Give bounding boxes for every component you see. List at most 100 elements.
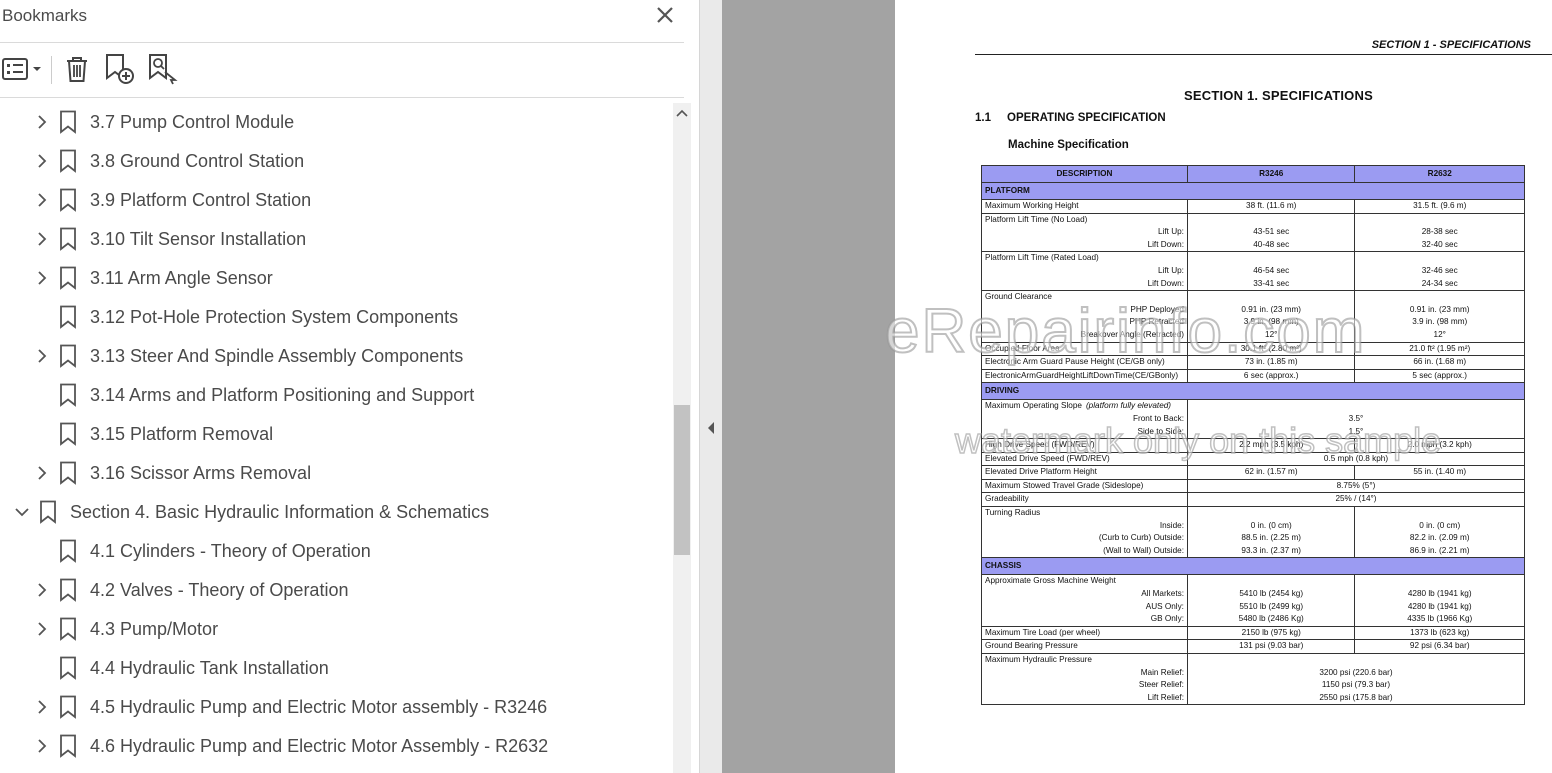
table-row: Turning Radius Inside: (Curb to Curb) Outs…: [981, 506, 1525, 559]
bookmark-item[interactable]: 4.5 Hydraulic Pump and Electric Motor as…: [0, 688, 672, 727]
collapse-panel-icon[interactable]: [705, 420, 717, 436]
splitter[interactable]: [700, 0, 722, 773]
subsection-number: 1.1: [975, 112, 991, 124]
sub-label: GB Only:: [1150, 614, 1184, 624]
value-shared: 8.75% (5°): [1186, 478, 1526, 494]
trash-icon[interactable]: [60, 52, 94, 86]
chevron-right-icon[interactable]: [34, 192, 50, 208]
close-icon[interactable]: [652, 2, 678, 28]
chevron-down-icon[interactable]: [14, 504, 30, 520]
value-r3246: 6 sec (approx.): [1186, 368, 1356, 384]
row-description: Platform Lift Time (Rated Load) Lift Up: L…: [981, 251, 1188, 292]
bookmark-label: 3.8 Ground Control Station: [90, 151, 305, 171]
table-row: Elevated Drive Platform Height 62 in. (1.…: [981, 465, 1525, 480]
sub-label: Lift Up:: [1158, 227, 1184, 237]
bookmark-icon: [59, 149, 77, 173]
scroll-up-icon[interactable]: [673, 103, 691, 123]
row-title: Platform Lift Time (No Load): [985, 214, 1088, 224]
bookmark-item[interactable]: 3.9 Platform Control Station: [0, 181, 672, 220]
value-r2632: 28-38 sec 32-40 sec: [1354, 212, 1525, 253]
value-r3246: 43-51 sec 40-48 sec: [1186, 212, 1356, 253]
row-description: Approximate Gross Machine Weight All Mark…: [981, 574, 1188, 627]
value-r2632: 66 in. (1.68 m): [1354, 355, 1525, 370]
row-title-note: (platform fully elevated): [1085, 401, 1172, 411]
bookmark-icon: [59, 266, 77, 290]
bookmark-label: 4.4 Hydraulic Tank Installation: [90, 658, 329, 678]
table-row: Approximate Gross Machine Weight All Mark…: [981, 574, 1525, 627]
bookmark-item[interactable]: 3.13 Steer And Spindle Assembly Componen…: [0, 337, 672, 376]
value-r3246: 2150 lb (975 kg): [1186, 625, 1356, 641]
value-line: 40-48 sec: [1253, 239, 1290, 249]
bookmark-item[interactable]: 3.14 Arms and Platform Positioning and S…: [0, 376, 672, 415]
bookmark-label: 3.11 Arm Angle Sensor: [90, 268, 273, 288]
section-label: CHASSIS: [981, 557, 1525, 576]
table-row: Maximum Operating Slope (platform fully e…: [981, 399, 1526, 440]
bookmark-icon: [39, 500, 57, 524]
chevron-right-icon[interactable]: [34, 231, 50, 247]
value-shared: 0.5 mph (0.8 kph): [1186, 451, 1526, 467]
bookmark-icon: [59, 695, 77, 719]
bookmark-item[interactable]: 3.10 Tilt Sensor Installation: [0, 220, 672, 259]
bookmark-search-icon[interactable]: [145, 52, 179, 86]
chevron-right-icon[interactable]: [34, 270, 50, 286]
row-description: Ground Clearance PHP Deployed PHP Retracte…: [981, 290, 1188, 343]
chevron-right-icon[interactable]: [34, 348, 50, 364]
value-r2632: 2.0 mph (3.2 kph): [1354, 438, 1525, 453]
table-row: Maximum Tire Load (per wheel) 2150 lb (97…: [981, 625, 1525, 641]
bookmark-item[interactable]: 4.1 Cylinders - Theory of Operation: [0, 532, 672, 571]
scroll-thumb[interactable]: [674, 405, 690, 555]
bookmark-icon: [59, 344, 77, 368]
value-r3246: 73 in. (1.85 m): [1186, 355, 1356, 370]
value-line: 4280 lb (1941 kg): [1407, 589, 1472, 599]
table-section-row: CHASSIS: [981, 557, 1525, 576]
chevron-right-icon[interactable]: [34, 114, 50, 130]
chevron-right-icon[interactable]: [34, 465, 50, 481]
row-description: Turning Radius Inside: (Curb to Curb) Outs…: [981, 506, 1188, 559]
row-title: Approximate Gross Machine Weight: [985, 576, 1116, 586]
row-description: High Drive Speed (FWD/REV): [981, 438, 1188, 453]
bookmark-item[interactable]: 4.2 Valves - Theory of Operation: [0, 571, 672, 610]
value-line: 88.5 in. (2.25 m): [1241, 533, 1302, 543]
chevron-right-icon[interactable]: [34, 582, 50, 598]
header-cell: R3246: [1186, 165, 1356, 183]
bookmark-item[interactable]: Section 4. Basic Hydraulic Information &…: [0, 493, 672, 532]
chevron-right-icon[interactable]: [34, 699, 50, 715]
bookmark-item[interactable]: 3.8 Ground Control Station: [0, 142, 672, 181]
bookmark-icon: [59, 227, 77, 251]
value-line: 28-38 sec: [1421, 227, 1458, 237]
chevron-right-icon[interactable]: [34, 153, 50, 169]
bookmark-label: 4.5 Hydraulic Pump and Electric Motor as…: [90, 697, 548, 717]
sub-label: Lift Up:: [1158, 265, 1184, 275]
value-line: 1.5°: [1348, 426, 1364, 436]
bookmark-item[interactable]: 4.3 Pump/Motor: [0, 610, 672, 649]
value-line: 4335 lb (1966 Kg): [1407, 614, 1473, 624]
row-description: Maximum Stowed Travel Grade (Sideslope): [981, 478, 1188, 494]
bookmark-label: 3.9 Platform Control Station: [90, 190, 312, 210]
bookmark-item[interactable]: 4.6 Hydraulic Pump and Electric Motor As…: [0, 727, 672, 766]
value-shared: 25% / (14°): [1186, 492, 1526, 508]
sub-label: (Curb to Curb) Outside:: [1098, 533, 1184, 543]
value-r3246: 2.2 mph (3.5 kph): [1186, 438, 1356, 453]
table-row: ElectronicArmGuardHeightLiftDownTime(CE/…: [981, 368, 1525, 384]
bookmark-label: 3.16 Scissor Arms Removal: [90, 463, 312, 483]
sub-label: (Wall to Wall) Outside:: [1103, 545, 1184, 555]
row-title: Turning Radius: [985, 508, 1041, 518]
bookmark-item[interactable]: 3.12 Pot-Hole Protection System Componen…: [0, 298, 672, 337]
bookmark-item[interactable]: 4.4 Hydraulic Tank Installation: [0, 649, 672, 688]
chevron-right-icon[interactable]: [34, 621, 50, 637]
bookmark-item[interactable]: 3.11 Arm Angle Sensor: [0, 259, 672, 298]
bookmark-item[interactable]: 3.16 Scissor Arms Removal: [0, 454, 672, 493]
sub-label: AUS Only:: [1145, 601, 1184, 611]
row-description: Maximum Operating Slope (platform fully e…: [981, 399, 1188, 440]
sub-label: Inside:: [1159, 520, 1184, 530]
sub-label: Steer Relief:: [1138, 680, 1184, 690]
chevron-right-icon[interactable]: [34, 738, 50, 754]
add-bookmark-icon[interactable]: [102, 52, 136, 86]
bookmark-item[interactable]: 3.7 Pump Control Module: [0, 103, 672, 142]
bookmark-item[interactable]: 3.15 Platform Removal: [0, 415, 672, 454]
list-options-icon[interactable]: [0, 52, 44, 86]
row-description: Elevated Drive Platform Height: [981, 465, 1188, 480]
scrollbar[interactable]: [673, 103, 691, 773]
